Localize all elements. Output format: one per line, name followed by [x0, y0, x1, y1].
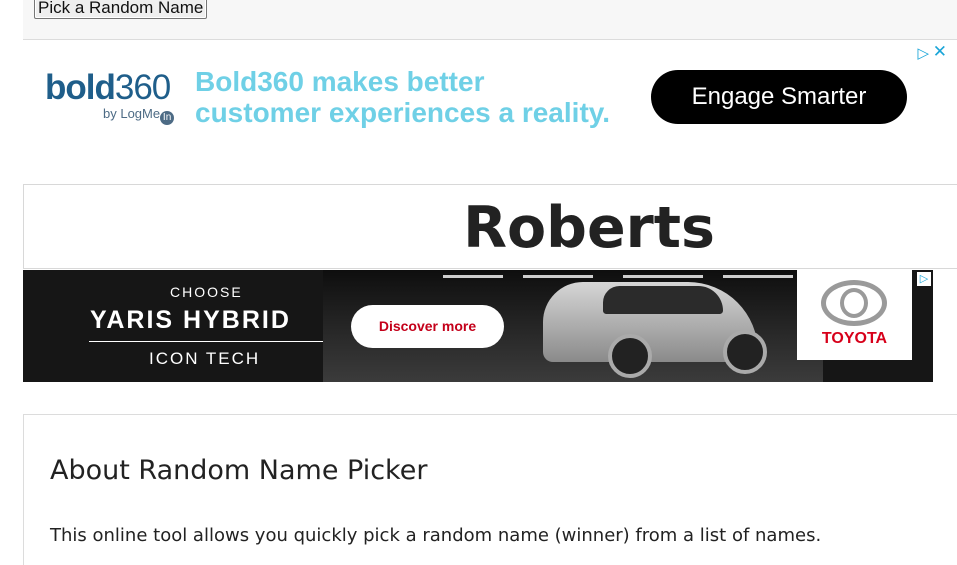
- car-wheel: [608, 334, 652, 378]
- ad-divider: [89, 341, 323, 342]
- logo-brand-text: bold: [45, 68, 116, 107]
- light-stripe: [443, 275, 503, 278]
- ad-trim-text: ICON TECH: [149, 349, 261, 368]
- pick-random-name-button[interactable]: Pick a Random Name: [34, 0, 208, 19]
- result-box: Roberts: [23, 184, 957, 269]
- discover-more-button[interactable]: Discover more: [351, 305, 504, 348]
- logmein-byline: by LogMe In: [103, 106, 175, 125]
- close-icon[interactable]: ✕: [933, 42, 947, 62]
- light-stripe: [523, 275, 593, 278]
- logo-number-text: 360: [114, 68, 171, 107]
- ad-model-text: YARIS HYBRID: [90, 306, 291, 334]
- about-panel: About Random Name Picker This online too…: [23, 414, 957, 565]
- toyota-ad[interactable]: CHOOSE YARIS HYBRID ICON TECH Discover m…: [23, 270, 933, 382]
- ad-choose-text: CHOOSE: [170, 284, 243, 300]
- adchoices-icon[interactable]: ▷: [917, 44, 929, 62]
- light-stripe: [623, 275, 703, 278]
- logmein-in-icon: In: [160, 111, 175, 125]
- controls-strip: Pick a Random Name: [23, 0, 957, 40]
- byline-text: by LogMe: [103, 106, 161, 121]
- about-title: About Random Name Picker: [50, 455, 428, 486]
- picked-name: Roberts: [463, 195, 715, 261]
- toyota-emblem-icon: [821, 280, 887, 326]
- ad-headline-line-2: customer experiences a reality.: [195, 97, 611, 128]
- ad-headline-line-1: Bold360 makes better: [195, 66, 485, 97]
- toyota-logo-box: TOYOTA: [797, 270, 912, 360]
- bold360-logo: bold360: [45, 68, 171, 108]
- toyota-brand-text: TOYOTA: [821, 330, 888, 347]
- car-wheel: [723, 330, 767, 374]
- about-text: This online tool allows you quickly pick…: [50, 525, 822, 546]
- engage-smarter-button[interactable]: Engage Smarter: [651, 70, 907, 124]
- ad-headline: Bold360 makes better customer experience…: [195, 66, 610, 128]
- car-window: [603, 286, 723, 314]
- adchoices-icon[interactable]: ▷: [917, 272, 931, 286]
- bold360-ad[interactable]: ▷ ✕ bold360 by LogMe In Bold360 makes bet…: [23, 40, 957, 150]
- light-stripe: [723, 275, 793, 278]
